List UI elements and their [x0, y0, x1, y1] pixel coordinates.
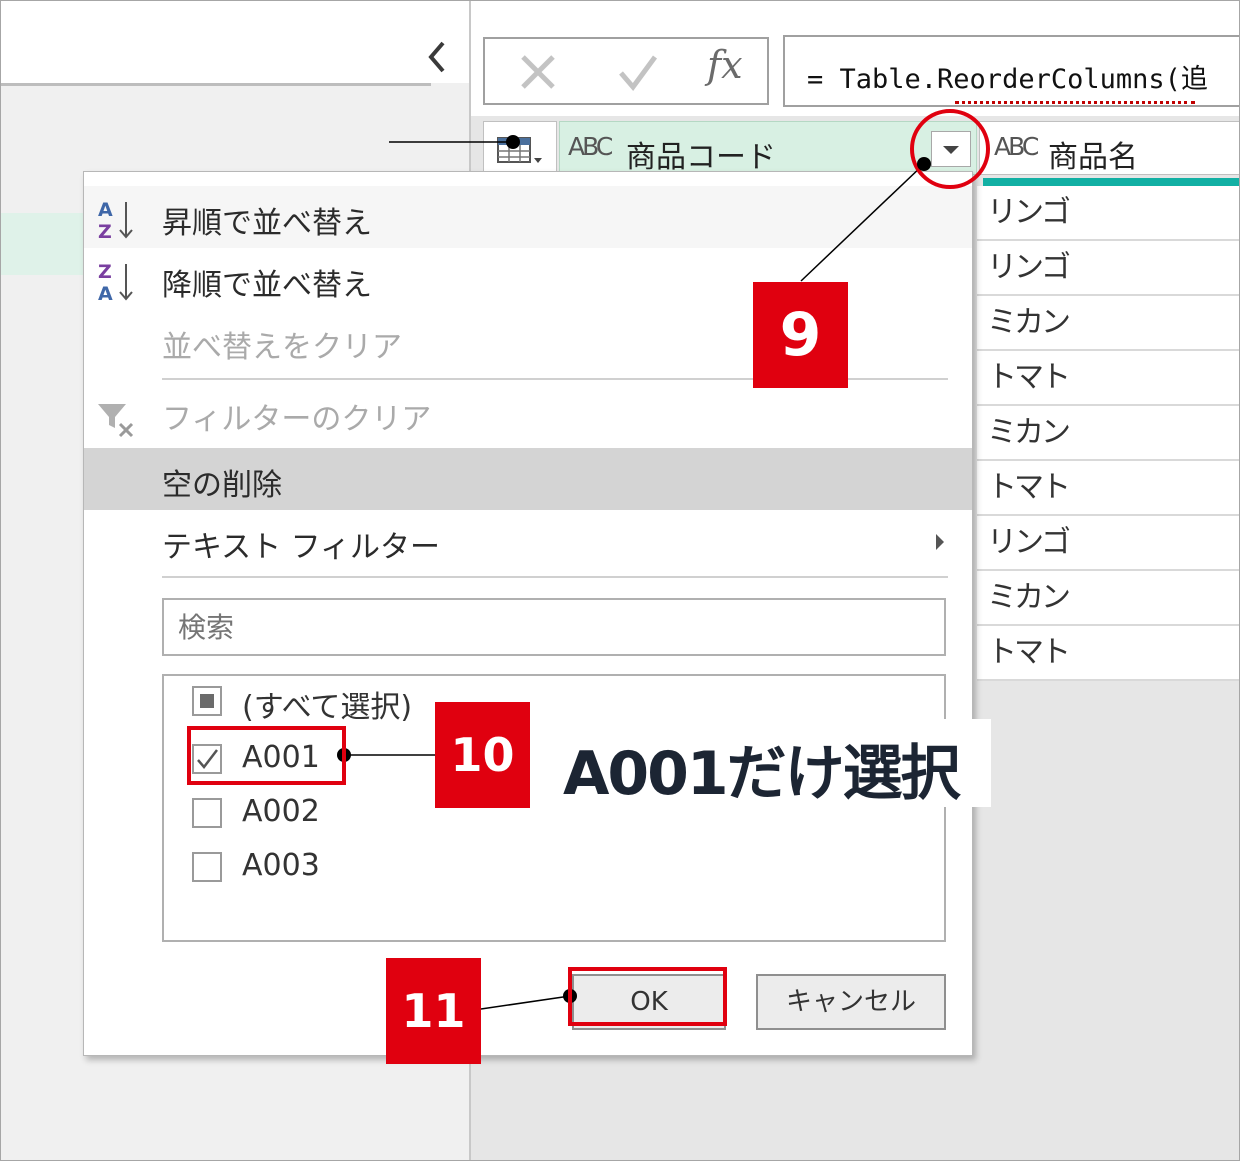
selected-query-highlight	[1, 213, 91, 275]
cell: リンゴ	[987, 250, 1071, 285]
menu-label: テキスト フィルター	[162, 530, 441, 565]
svg-text:A: A	[98, 199, 113, 221]
menu-label: 降順で並べ替え	[162, 268, 372, 303]
svg-text:A: A	[98, 283, 113, 304]
formula-buttons: fx	[483, 37, 769, 105]
table-row[interactable]: ミカン	[977, 406, 1239, 461]
checkmark-icon	[619, 55, 658, 92]
table-row[interactable]: トマト	[977, 461, 1239, 516]
column-header-product-code[interactable]: ABC 商品コード	[559, 121, 977, 175]
cell: リンゴ	[987, 525, 1071, 560]
highlight-ok	[568, 967, 727, 1026]
sort-ascending-icon: A Z	[98, 199, 133, 242]
column-quality-bar	[983, 178, 1239, 186]
table-row[interactable]: ミカン	[977, 571, 1239, 626]
cell: リンゴ	[987, 195, 1071, 230]
highlight-a001	[187, 726, 346, 785]
cell: ミカン	[987, 415, 1071, 450]
menu-divider	[162, 576, 948, 578]
table-icon	[497, 137, 542, 163]
svg-text:Z: Z	[98, 221, 112, 242]
sort-descending-icon: Z A	[98, 261, 133, 304]
clear-filter-icon	[98, 404, 134, 438]
queries-pane-divider	[1, 83, 431, 86]
list-item-label: A003	[242, 848, 320, 883]
menu-label: 並べ替えをクリア	[162, 330, 402, 365]
close-icon	[521, 55, 555, 89]
menu-item-sort-ascending[interactable]: A Z 昇順で並べ替え	[84, 186, 972, 248]
cell: トマト	[987, 635, 1071, 670]
caret-down-icon	[943, 146, 959, 154]
cancel-formula-button[interactable]	[515, 49, 561, 95]
confirm-formula-button[interactable]	[615, 49, 661, 95]
checkbox-a003[interactable]	[192, 852, 222, 882]
screenshot-frame: fx = Table.ReorderColumns(追 ABC 商品コード AB…	[0, 0, 1240, 1161]
text-type-icon: ABC	[994, 132, 1039, 161]
text-type-icon: ABC	[568, 132, 613, 161]
chevron-left-icon	[428, 41, 445, 73]
step-badge-9: 9	[753, 282, 848, 388]
table-row[interactable]: ミカン	[977, 296, 1239, 351]
menu-label: 空の削除	[162, 468, 282, 503]
cell: トマト	[987, 470, 1071, 505]
list-item-label: (すべて選択)	[242, 690, 413, 725]
search-input[interactable]	[162, 598, 946, 656]
leader-dot	[506, 135, 520, 149]
checkbox-a002[interactable]	[192, 798, 222, 828]
product-name-cells: リンゴ リンゴ ミカン トマト ミカン トマト リンゴ ミカン トマト	[977, 186, 1239, 681]
menu-label: フィルターのクリア	[162, 402, 432, 437]
collapse-pane-button[interactable]	[421, 37, 453, 77]
menu-item-remove-empty[interactable]: 空の削除	[84, 448, 972, 510]
chevron-right-icon	[936, 534, 944, 550]
formula-text: = Table.ReorderColumns(追	[807, 64, 1208, 95]
table-row[interactable]: トマト	[977, 626, 1239, 681]
table-row[interactable]: リンゴ	[977, 516, 1239, 571]
step-badge-11: 11	[386, 958, 481, 1064]
fx-button[interactable]: fx	[707, 43, 743, 87]
column-header-product-name[interactable]: ABC 商品名	[979, 121, 1239, 175]
instruction-callout: A001だけ選択	[541, 719, 991, 809]
column-filter-dropdown-button[interactable]	[931, 131, 971, 167]
table-options-button[interactable]	[483, 121, 557, 175]
formula-input[interactable]: = Table.ReorderColumns(追	[783, 35, 1239, 107]
table-row[interactable]: リンゴ	[977, 186, 1239, 241]
column-title: 商品コード	[626, 140, 776, 175]
cell: トマト	[987, 360, 1071, 395]
step-badge-10: 10	[435, 702, 530, 808]
column-title: 商品名	[1048, 140, 1138, 175]
table-row[interactable]: リンゴ	[977, 241, 1239, 296]
cell: ミカン	[987, 580, 1071, 615]
menu-item-clear-filter: フィルターのクリア	[84, 382, 972, 444]
svg-text:Z: Z	[98, 261, 112, 283]
formula-error-underline	[955, 101, 1195, 105]
callout-text: A001だけ選択	[563, 739, 961, 809]
cell: ミカン	[987, 305, 1071, 340]
list-item-label: A002	[242, 794, 320, 829]
queries-pane-header	[1, 1, 469, 83]
indeterminate-icon	[200, 694, 214, 708]
leader-dot	[917, 157, 931, 171]
cancel-button[interactable]: キャンセル	[756, 974, 946, 1030]
menu-label: 昇順で並べ替え	[162, 206, 372, 241]
table-row[interactable]: トマト	[977, 351, 1239, 406]
menu-item-text-filters[interactable]: テキスト フィルター	[84, 510, 972, 572]
select-all-checkbox[interactable]	[192, 686, 222, 716]
